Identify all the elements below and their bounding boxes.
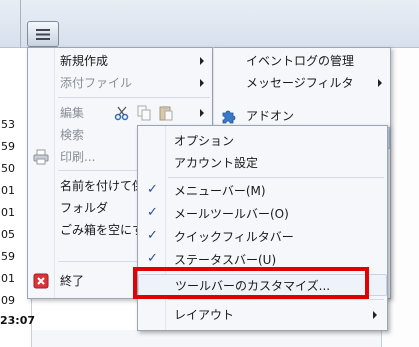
menu-item-label: アドオン xyxy=(246,109,295,123)
time-cell: 09 xyxy=(1,294,15,307)
menu-item-menubar[interactable]: ✓ メニューバー(M) xyxy=(138,180,387,202)
menu-item-label: ごみ箱を空にす xyxy=(60,223,145,237)
submenu-arrow-icon xyxy=(378,79,382,87)
time-cell: 01 xyxy=(1,206,15,219)
cut-icon xyxy=(114,106,129,121)
toolbar xyxy=(0,0,419,48)
puzzle-icon xyxy=(222,110,236,124)
menu-item-label: 終了 xyxy=(60,274,85,288)
menu-separator xyxy=(168,177,384,178)
menu-item-label: クイックフィルタバー xyxy=(174,230,294,244)
menu-item-label: アカウント設定 xyxy=(174,156,259,170)
menu-item-new[interactable]: 新規作成 xyxy=(28,50,212,72)
checkmark-icon: ✓ xyxy=(147,228,158,243)
time-cell: 01 xyxy=(1,272,15,285)
menu-item-layout[interactable]: レイアウト xyxy=(138,304,387,326)
time-cell: 50 xyxy=(1,162,15,175)
status-strip xyxy=(32,330,381,347)
message-times: 53 59 50 01 01 05 59 01 09 xyxy=(0,114,30,312)
menu-item-account-settings[interactable]: アカウント設定 xyxy=(138,152,387,174)
time-cell: 59 xyxy=(1,140,15,153)
menu-item-label: オプション xyxy=(174,134,235,148)
submenu-arrow-icon xyxy=(373,311,377,319)
menu-item-label: イベントログの管理 xyxy=(246,54,355,68)
checkmark-icon: ✓ xyxy=(147,182,158,197)
menu-item-label: メッセージフィルタ xyxy=(246,76,354,90)
submenu-arrow-icon xyxy=(200,57,204,65)
time-cell: 59 xyxy=(1,250,15,263)
menu-item-edit[interactable]: 編集 xyxy=(28,102,212,124)
menu-item-label: 新規作成 xyxy=(60,54,109,68)
checkmark-icon: ✓ xyxy=(147,205,158,220)
submenu-arrow-icon xyxy=(200,79,204,87)
menu-item-attachments[interactable]: 添付ファイル xyxy=(28,72,212,94)
menu-item-quick-filter-bar[interactable]: ✓ クイックフィルタバー xyxy=(138,226,387,248)
submenu-arrow-icon xyxy=(200,109,204,117)
menu-item-label: 検索 xyxy=(60,128,85,142)
menu-item-label: 名前を付けて保 xyxy=(60,179,145,193)
options-submenu: オプション アカウント設定 ✓ メニューバー(M) ✓ メールツールバー(O) … xyxy=(137,125,388,331)
menu-item-label: 編集 xyxy=(60,106,85,120)
menu-item-message-filters[interactable]: メッセージフィルタ xyxy=(214,72,390,94)
exit-icon xyxy=(33,273,49,289)
hamburger-icon xyxy=(36,28,50,40)
menu-separator xyxy=(58,97,210,98)
time-cell-selected: 23:07 xyxy=(0,314,36,327)
time-cell: 53 xyxy=(1,118,15,131)
checkmark-icon: ✓ xyxy=(147,251,158,266)
toolbar-divider xyxy=(20,0,21,48)
menu-item-label: メールツールバー(O) xyxy=(174,207,289,221)
paste-icon xyxy=(159,106,173,121)
menu-item-options[interactable]: オプション xyxy=(138,130,387,152)
menu-item-label: 添付ファイル xyxy=(60,76,133,90)
menu-item-label: フォルダ xyxy=(60,201,109,215)
menu-item-mail-toolbar[interactable]: ✓ メールツールバー(O) xyxy=(138,203,387,225)
copy-icon xyxy=(137,105,151,121)
menu-item-label: 印刷... xyxy=(60,150,96,164)
app-menu-button[interactable] xyxy=(27,21,59,47)
highlight-annotation xyxy=(133,267,369,299)
menu-item-label: メニューバー(M) xyxy=(174,184,266,198)
menu-item-addons[interactable]: アドオン xyxy=(214,105,390,127)
printer-icon xyxy=(33,149,49,165)
time-cell: 01 xyxy=(1,184,15,197)
menu-item-event-log[interactable]: イベントログの管理 xyxy=(214,50,390,72)
time-cell: 05 xyxy=(1,228,15,241)
menu-item-label: レイアウト xyxy=(174,308,235,322)
menu-separator xyxy=(168,299,384,300)
